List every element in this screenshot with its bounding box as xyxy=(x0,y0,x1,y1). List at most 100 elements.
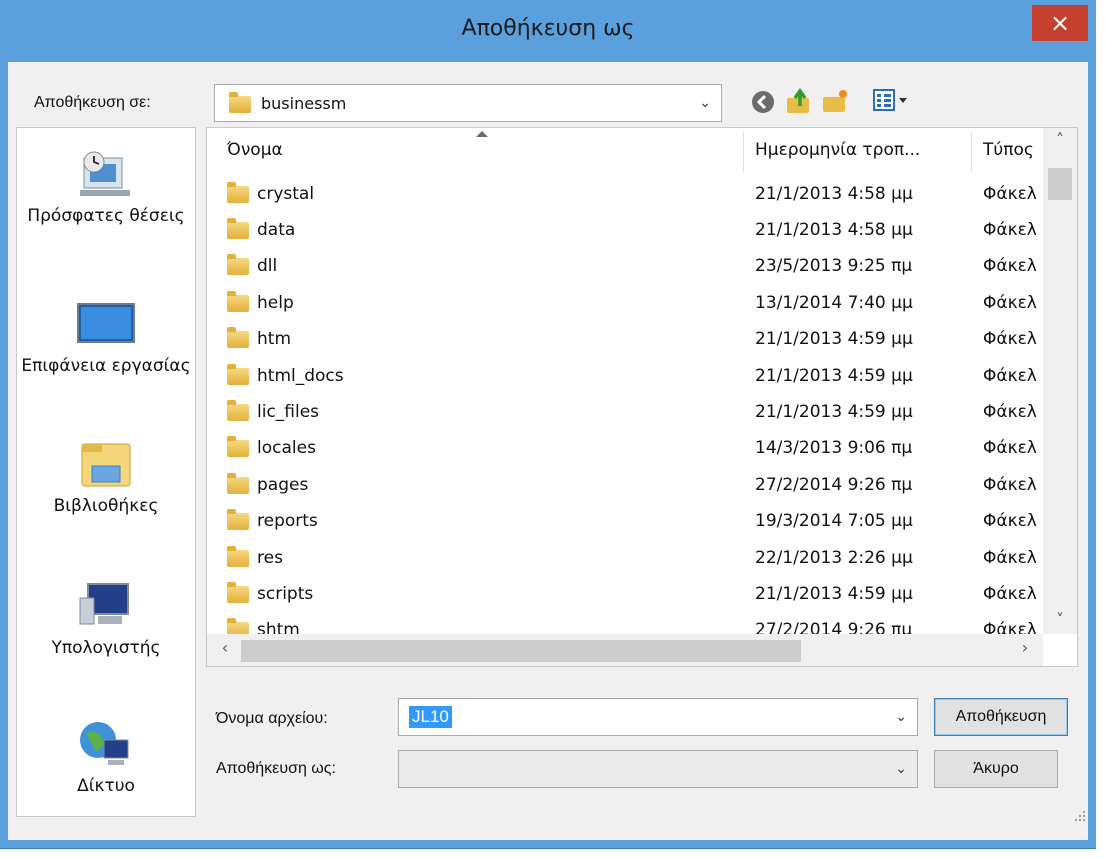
folder-icon xyxy=(227,290,249,312)
file-date: 19/3/2014 7:05 μμ xyxy=(755,511,913,531)
chevron-down-icon: ⌄ xyxy=(895,761,907,777)
file-type: Φάκελ xyxy=(983,366,1037,386)
folder-icon xyxy=(227,545,249,567)
scroll-left-icon[interactable]: ‹ xyxy=(215,638,235,662)
file-type: Φάκελ xyxy=(983,511,1037,531)
file-date: 21/1/2013 4:58 μμ xyxy=(755,220,913,240)
file-date: 22/1/2013 2:26 μμ xyxy=(755,548,913,568)
file-name: pages xyxy=(257,475,309,495)
libraries-icon xyxy=(76,438,136,490)
file-date: 14/3/2013 9:06 πμ xyxy=(755,438,913,458)
file-type: Φάκελ xyxy=(983,256,1037,276)
file-date: 27/2/2014 9:26 πμ xyxy=(755,475,913,495)
save-button[interactable]: Αποθήκευση xyxy=(934,698,1068,736)
column-separator xyxy=(743,132,744,172)
column-name[interactable]: Όνομα xyxy=(227,140,283,160)
file-type: Φάκελ xyxy=(983,584,1037,604)
folder-icon xyxy=(227,217,249,239)
computer-icon xyxy=(76,580,136,632)
close-button[interactable]: × xyxy=(1032,5,1088,41)
filename-input[interactable]: JL10 xyxy=(409,706,452,728)
chevron-down-icon: ⌄ xyxy=(699,95,711,111)
recent-places-icon xyxy=(76,148,136,200)
file-date: 23/5/2013 9:25 πμ xyxy=(755,256,913,276)
title-bar[interactable]: Αποθήκευση ως × xyxy=(0,0,1096,62)
file-date: 21/1/2013 4:58 μμ xyxy=(755,184,913,204)
place-recent[interactable]: Πρόσφατες θέσεις xyxy=(17,148,195,228)
place-libraries-label: Βιβλιοθήκες xyxy=(53,496,159,516)
file-name: dll xyxy=(257,256,278,276)
view-menu-icon[interactable] xyxy=(872,88,912,114)
file-list[interactable]: Όνομα Ημερομηνία τροπ... Τύπος crystal 21… xyxy=(206,127,1078,667)
file-type: Φάκελ xyxy=(983,438,1037,458)
file-row-help[interactable]: help 13/1/2014 7:40 μμ Φάκελ xyxy=(207,285,1043,321)
place-network-label: Δίκτυο xyxy=(77,776,135,796)
vertical-scroll-thumb[interactable] xyxy=(1048,168,1072,200)
place-desktop[interactable]: Επιφάνεια εργασίας xyxy=(17,298,195,378)
folder-icon xyxy=(227,435,249,457)
column-date[interactable]: Ημερομηνία τροπ... xyxy=(755,140,920,160)
scroll-right-icon[interactable]: › xyxy=(1015,638,1035,662)
file-type: Φάκελ xyxy=(983,293,1037,313)
desktop-icon xyxy=(76,298,136,350)
dialog-title: Αποθήκευση ως xyxy=(461,16,635,41)
file-row-locales[interactable]: locales 14/3/2013 9:06 πμ Φάκελ xyxy=(207,430,1043,466)
scroll-up-icon[interactable]: ˄ xyxy=(1043,130,1077,152)
place-computer-label: Υπολογιστής xyxy=(51,638,161,658)
file-row-htm[interactable]: htm 21/1/2013 4:59 μμ Φάκελ xyxy=(207,321,1043,357)
file-date: 21/1/2013 4:59 μμ xyxy=(755,366,913,386)
horizontal-scrollbar[interactable]: ‹ › xyxy=(207,634,1043,666)
up-folder-icon[interactable] xyxy=(784,86,814,116)
file-name: res xyxy=(257,548,283,568)
back-icon[interactable] xyxy=(750,89,776,115)
file-name: reports xyxy=(257,511,318,531)
place-recent-label: Πρόσφατες θέσεις xyxy=(27,206,185,226)
file-type: Φάκελ xyxy=(983,475,1037,495)
horizontal-scroll-thumb[interactable] xyxy=(241,640,801,662)
chevron-down-icon[interactable]: ⌄ xyxy=(895,709,907,725)
file-row-pages[interactable]: pages 27/2/2014 9:26 πμ Φάκελ xyxy=(207,467,1043,503)
file-type: Φάκελ xyxy=(983,184,1037,204)
column-type[interactable]: Τύπος xyxy=(983,140,1034,160)
save-as-type-label: Αποθήκευση ως: xyxy=(216,760,336,777)
save-in-label: Αποθήκευση σε: xyxy=(34,94,151,111)
file-row-html-docs[interactable]: html_docs 21/1/2013 4:59 μμ Φάκελ xyxy=(207,358,1043,394)
file-row-reports[interactable]: reports 19/3/2014 7:05 μμ Φάκελ xyxy=(207,503,1043,539)
file-type: Φάκελ xyxy=(983,402,1037,422)
folder-icon xyxy=(227,181,249,203)
file-row-crystal[interactable]: crystal 21/1/2013 4:58 μμ Φάκελ xyxy=(207,176,1043,212)
current-folder-name: businessm xyxy=(261,94,347,113)
place-computer[interactable]: Υπολογιστής xyxy=(17,580,195,660)
place-libraries[interactable]: Βιβλιοθήκες xyxy=(17,438,195,518)
file-type: Φάκελ xyxy=(983,220,1037,240)
file-name: data xyxy=(257,220,296,240)
network-icon xyxy=(76,718,136,770)
folder-icon xyxy=(227,581,249,603)
file-row-res[interactable]: res 22/1/2013 2:26 μμ Φάκελ xyxy=(207,540,1043,576)
scroll-down-icon[interactable]: ˅ xyxy=(1043,610,1077,632)
cancel-button[interactable]: Άκυρο xyxy=(934,750,1058,788)
vertical-scrollbar[interactable]: ˄ ˅ xyxy=(1043,128,1077,634)
file-row-dll[interactable]: dll 23/5/2013 9:25 πμ Φάκελ xyxy=(207,248,1043,284)
file-row-data[interactable]: data 21/1/2013 4:58 μμ Φάκελ xyxy=(207,212,1043,248)
folder-icon xyxy=(227,399,249,421)
column-separator xyxy=(971,132,972,172)
save-in-dropdown[interactable]: businessm ⌄ xyxy=(214,84,722,122)
file-date: 21/1/2013 4:59 μμ xyxy=(755,329,913,349)
file-row-lic-files[interactable]: lic_files 21/1/2013 4:59 μμ Φάκελ xyxy=(207,394,1043,430)
file-list-header: Όνομα Ημερομηνία τροπ... Τύπος xyxy=(207,128,1043,174)
folder-icon xyxy=(227,326,249,348)
new-folder-icon[interactable] xyxy=(820,86,850,116)
file-name: crystal xyxy=(257,184,315,204)
sort-ascending-icon xyxy=(476,131,488,137)
resize-grip-icon[interactable] xyxy=(1074,810,1086,822)
file-type: Φάκελ xyxy=(983,548,1037,568)
file-date: 13/1/2014 7:40 μμ xyxy=(755,293,913,313)
filename-combobox[interactable]: JL10 ⌄ xyxy=(398,698,918,736)
file-name: help xyxy=(257,293,294,313)
save-as-type-dropdown[interactable]: ⌄ xyxy=(398,750,918,788)
file-row-scripts[interactable]: scripts 21/1/2013 4:59 μμ Φάκελ xyxy=(207,576,1043,612)
file-date: 21/1/2013 4:59 μμ xyxy=(755,402,913,422)
file-name: locales xyxy=(257,438,316,458)
place-network[interactable]: Δίκτυο xyxy=(17,718,195,798)
